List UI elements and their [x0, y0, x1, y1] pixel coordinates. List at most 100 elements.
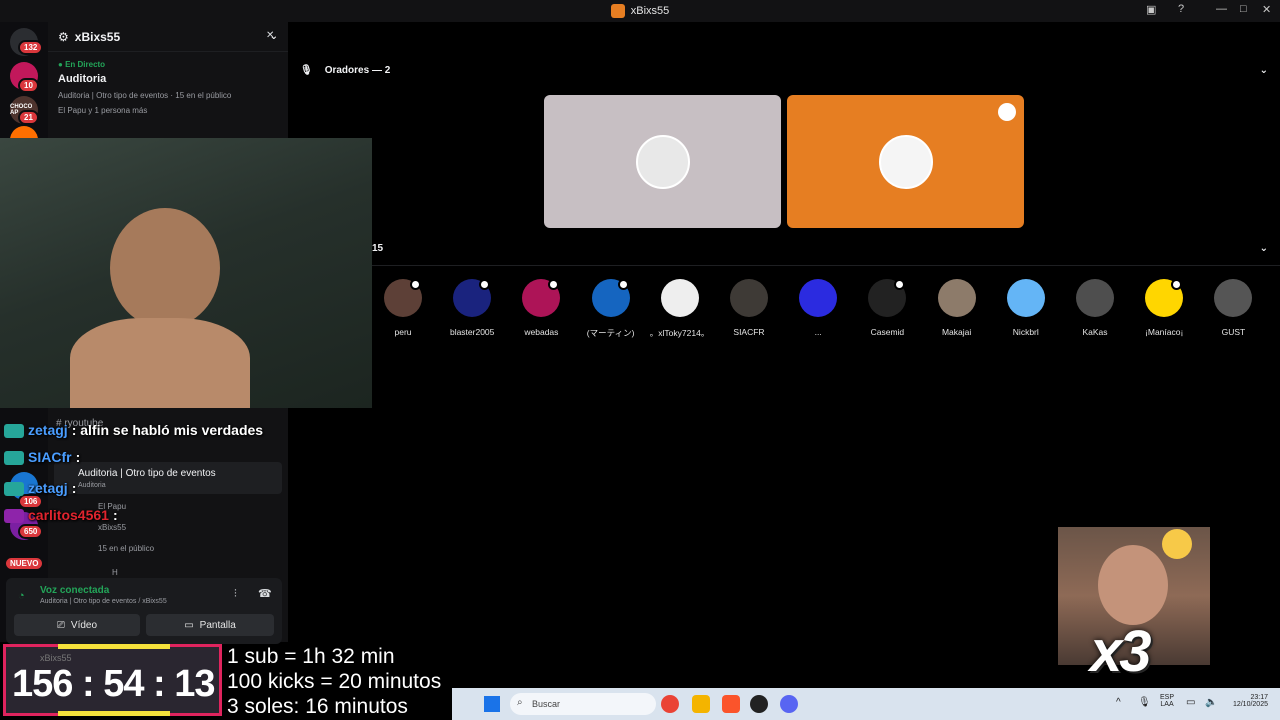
lang-code: ESP: [1160, 694, 1175, 701]
chat-message: SIACfr:: [4, 449, 80, 466]
file-explorer-icon[interactable]: [692, 695, 710, 713]
audience-member[interactable]: 。xlToky7214。...: [650, 279, 710, 339]
audience-member[interactable]: Nickbrl: [996, 279, 1056, 337]
chevron-up-icon[interactable]: ^: [1116, 697, 1121, 708]
audience-member[interactable]: webadas: [511, 279, 571, 337]
chat-username: zetagj: [28, 480, 68, 496]
audience-avatar: [937, 279, 976, 317]
member-name[interactable]: xBixs55: [98, 523, 126, 532]
webcam-face: [110, 208, 220, 328]
video-button[interactable]: ⎚ Vídeo: [14, 614, 140, 636]
speaker-avatar: [878, 134, 933, 189]
screen-icon: ▭: [184, 619, 194, 631]
close-button[interactable]: ✕: [1262, 3, 1271, 16]
listeners-row: 15 en el público: [98, 544, 155, 553]
timer-rules: 1 sub = 1h 32 min 100 kicks = 20 minutos…: [227, 644, 441, 719]
voice-path: Auditoria | Otro tipo de eventos / xBixs…: [40, 598, 167, 605]
windows-start-icon[interactable]: [484, 696, 500, 712]
server-badge-icon: ⚙: [58, 29, 69, 44]
audience-member[interactable]: Makajai: [927, 279, 987, 337]
server-header[interactable]: ⚙ xBixs55 ⌄: [48, 22, 288, 52]
user-badge-icon: [4, 424, 24, 439]
voice-channel-name[interactable]: H: [112, 568, 118, 577]
discord-icon[interactable]: [780, 695, 798, 713]
audience-avatar: [730, 279, 768, 317]
network-icon[interactable]: ▭: [1186, 697, 1195, 708]
audience-member[interactable]: (マーティン): [581, 279, 641, 339]
audience-avatar: [1006, 279, 1045, 317]
timer-stripe-bottom: [58, 711, 170, 716]
volume-icon[interactable]: 🔈: [1205, 697, 1217, 708]
audience-name: webadas: [524, 327, 559, 337]
chevron-down-icon[interactable]: ⌄: [1260, 243, 1268, 254]
user-badge-icon: [4, 451, 24, 466]
screen-label: Pantalla: [199, 619, 236, 631]
event-meta: Auditoria | Otro tipo de eventos · 15 en…: [58, 91, 232, 100]
noise-suppression-icon[interactable]: ⫶: [234, 588, 237, 601]
maximize-button[interactable]: □: [1240, 3, 1247, 15]
search-icon: ⌕: [517, 697, 523, 708]
new-badge: NUEVO: [4, 556, 45, 571]
chat-text: :: [71, 480, 77, 496]
audience-name: KaKas: [1082, 327, 1108, 337]
chrome-icon[interactable]: [661, 695, 679, 713]
rule-line: 3 soles: 16 minutos: [227, 695, 408, 718]
unread-badge: 650: [18, 524, 44, 539]
audience-member[interactable]: blaster2005: [442, 279, 502, 337]
badge-icon: [617, 279, 629, 290]
rule-line: 1 sub = 1h 32 min: [227, 645, 395, 668]
audience-name: Makajai: [941, 327, 972, 337]
audience-member[interactable]: Casemid: [857, 279, 917, 337]
help-icon[interactable]: ?: [1178, 3, 1184, 15]
stage-channel-row[interactable]: Auditoria | Otro tipo de eventos Auditor…: [54, 462, 282, 494]
minimize-button[interactable]: —: [1216, 3, 1227, 15]
screen-share-button[interactable]: ▭ Pantalla: [146, 614, 274, 636]
dismiss-icon[interactable]: ✕: [266, 30, 274, 41]
audience-name: ...: [814, 327, 822, 337]
speaker-avatar: [635, 134, 690, 189]
audience-member[interactable]: GUST: [1203, 279, 1263, 337]
voice-connected-panel: ◔ Voz conectada Auditoria | Otro tipo de…: [6, 578, 282, 644]
obs-icon[interactable]: [750, 695, 768, 713]
moderator-icon: [998, 103, 1016, 121]
timer-minutes: 54: [103, 663, 144, 705]
speaker-tile[interactable]: [544, 95, 781, 228]
audience-member[interactable]: ¡Maníaco¡: [1134, 279, 1194, 337]
speakers-label: Oradores — 2: [324, 64, 391, 76]
taskbar-search[interactable]: ⌕ Buscar: [510, 693, 656, 715]
disconnect-icon[interactable]: ☎: [258, 587, 272, 600]
audience-avatar: [799, 279, 838, 317]
language-indicator[interactable]: ESP LAA: [1160, 694, 1174, 708]
live-event-card[interactable]: ● En Directo Auditoria Auditoria | Otro …: [54, 30, 282, 119]
inbox-icon[interactable]: ▣: [1146, 3, 1156, 16]
audience-avatar: [660, 279, 699, 317]
video-label: Vídeo: [70, 619, 98, 631]
subathon-timer: xBixs55 156 : 54 : 13: [3, 644, 222, 716]
audience-member[interactable]: SIACFR: [719, 279, 779, 337]
audience-member[interactable]: KaKas: [1065, 279, 1125, 337]
audience-member[interactable]: ...: [788, 279, 848, 337]
server-name: xBixs55: [74, 29, 121, 44]
audience-name: blaster2005: [449, 327, 495, 337]
user-badge-icon: [4, 482, 24, 497]
chat-message: zetagj: alfin se habló mis verdades: [4, 422, 263, 439]
audience-header: 15 ⌄: [372, 243, 1272, 254]
speaker-tile[interactable]: [787, 95, 1024, 228]
stage-channel-name: Auditoria | Otro tipo de eventos: [78, 468, 216, 479]
audience-member[interactable]: peru: [373, 279, 433, 337]
timer-stripe-top: [58, 644, 170, 649]
unread-badge: 21: [18, 110, 39, 125]
timer-seconds: 13: [174, 663, 215, 705]
badge-icon: [410, 279, 421, 290]
divider: [372, 265, 1280, 266]
window-title: xBixs55: [630, 5, 670, 17]
chevron-down-icon[interactable]: ⌄: [1260, 65, 1268, 76]
microphone-icon[interactable]: 🎙: [1138, 697, 1151, 708]
brave-icon[interactable]: [722, 695, 740, 713]
audience-name: (マーティン): [586, 328, 635, 338]
clock[interactable]: 23:17 12/10/2025: [1226, 694, 1268, 708]
chat-message: carlitos4561:: [4, 507, 118, 524]
streamer-webcam: [0, 138, 372, 408]
multiplier-text: x3: [1090, 619, 1151, 684]
voice-status[interactable]: Voz conectada: [40, 585, 109, 596]
